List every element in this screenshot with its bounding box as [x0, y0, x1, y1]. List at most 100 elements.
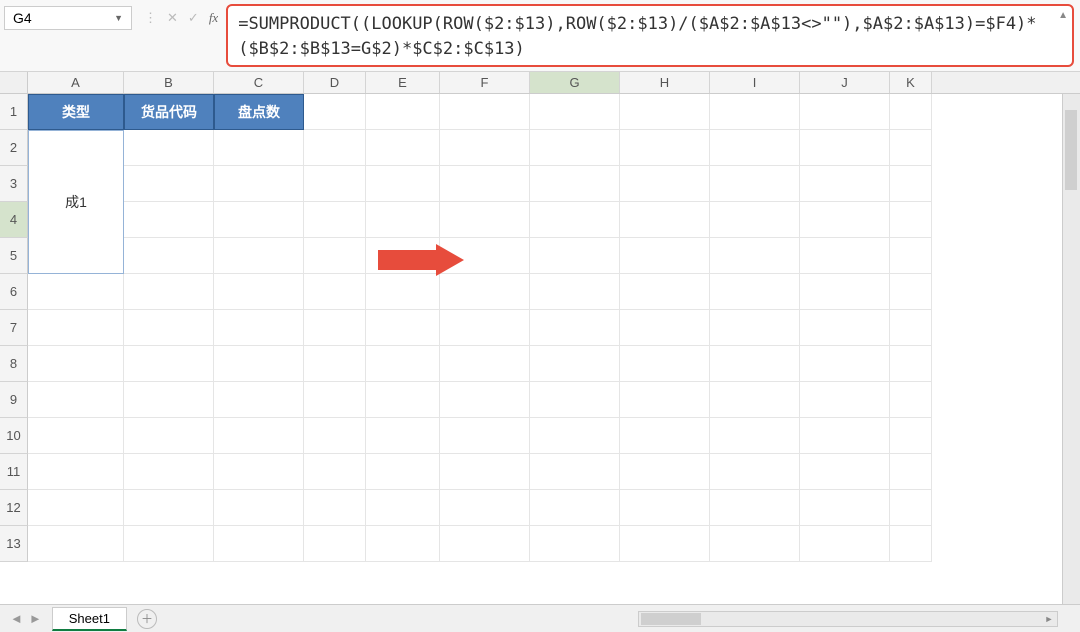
expand-formula-icon[interactable]: ▲	[1058, 10, 1068, 21]
cell-I12[interactable]	[710, 490, 800, 526]
cell-E9[interactable]	[366, 382, 440, 418]
cell-K4[interactable]	[890, 202, 932, 238]
cell-E3[interactable]	[366, 166, 440, 202]
cell-D1[interactable]	[304, 94, 366, 130]
cell-B13[interactable]	[124, 526, 214, 562]
row-header-7[interactable]: 7	[0, 310, 28, 346]
cell-G10[interactable]	[530, 418, 620, 454]
cell-H4[interactable]	[620, 202, 710, 238]
cell-A8[interactable]	[28, 346, 124, 382]
cell-H9[interactable]	[620, 382, 710, 418]
sheet-tab-1[interactable]: Sheet1	[52, 607, 127, 631]
spreadsheet-grid[interactable]: ABCDEFGHIJK 12345678910111213 类型货品代码盘点数成…	[0, 72, 1080, 604]
cell-I2[interactable]	[710, 130, 800, 166]
cell-A12[interactable]	[28, 490, 124, 526]
cell-E13[interactable]	[366, 526, 440, 562]
cell-I7[interactable]	[710, 310, 800, 346]
cell-J10[interactable]	[800, 418, 890, 454]
accept-formula-icon[interactable]: ✓	[188, 10, 199, 26]
cell-K12[interactable]	[890, 490, 932, 526]
cell-D7[interactable]	[304, 310, 366, 346]
cell-F11[interactable]	[440, 454, 530, 490]
cell-H1[interactable]	[620, 94, 710, 130]
cell-F12[interactable]	[440, 490, 530, 526]
fx-icon[interactable]: fx	[209, 10, 218, 26]
cell-I11[interactable]	[710, 454, 800, 490]
cell-C5[interactable]	[214, 238, 304, 274]
col-header-H[interactable]: H	[620, 72, 710, 93]
cell-J3[interactable]	[800, 166, 890, 202]
cell-K7[interactable]	[890, 310, 932, 346]
cell-D9[interactable]	[304, 382, 366, 418]
cell-J2[interactable]	[800, 130, 890, 166]
row-header-11[interactable]: 11	[0, 454, 28, 490]
cell-D12[interactable]	[304, 490, 366, 526]
row-header-9[interactable]: 9	[0, 382, 28, 418]
col-header-A[interactable]: A	[28, 72, 124, 93]
cell-K2[interactable]	[890, 130, 932, 166]
cell-B12[interactable]	[124, 490, 214, 526]
cell-J5[interactable]	[800, 238, 890, 274]
cell-G13[interactable]	[530, 526, 620, 562]
cell-I8[interactable]	[710, 346, 800, 382]
cell-K10[interactable]	[890, 418, 932, 454]
cell-H2[interactable]	[620, 130, 710, 166]
cell-G4[interactable]	[530, 202, 620, 238]
col-header-I[interactable]: I	[710, 72, 800, 93]
name-box-dropdown-icon[interactable]: ▼	[114, 13, 123, 23]
cell-I4[interactable]	[710, 202, 800, 238]
cell-E8[interactable]	[366, 346, 440, 382]
row-header-2[interactable]: 2	[0, 130, 28, 166]
cell-E7[interactable]	[366, 310, 440, 346]
cell-F4[interactable]	[440, 202, 530, 238]
cell-G5[interactable]	[530, 238, 620, 274]
cell-H7[interactable]	[620, 310, 710, 346]
cell-B11[interactable]	[124, 454, 214, 490]
cell-K8[interactable]	[890, 346, 932, 382]
cell-B3[interactable]	[124, 166, 214, 202]
cell-B10[interactable]	[124, 418, 214, 454]
cell-K1[interactable]	[890, 94, 932, 130]
col-header-G[interactable]: G	[530, 72, 620, 93]
cell-I3[interactable]	[710, 166, 800, 202]
col-header-C[interactable]: C	[214, 72, 304, 93]
cell-B4[interactable]	[124, 202, 214, 238]
row-header-8[interactable]: 8	[0, 346, 28, 382]
row-header-6[interactable]: 6	[0, 274, 28, 310]
cell-I10[interactable]	[710, 418, 800, 454]
cell-G12[interactable]	[530, 490, 620, 526]
cell-C6[interactable]	[214, 274, 304, 310]
cell-A1[interactable]: 类型	[28, 94, 124, 130]
row-header-12[interactable]: 12	[0, 490, 28, 526]
row-header-3[interactable]: 3	[0, 166, 28, 202]
cell-B6[interactable]	[124, 274, 214, 310]
cell-G1[interactable]	[530, 94, 620, 130]
cell-C8[interactable]	[214, 346, 304, 382]
cell-K5[interactable]	[890, 238, 932, 274]
cell-G8[interactable]	[530, 346, 620, 382]
cell-J1[interactable]	[800, 94, 890, 130]
cell-A6[interactable]	[28, 274, 124, 310]
cells-area[interactable]: 类型货品代码盘点数成1	[28, 94, 1080, 604]
cell-A13[interactable]	[28, 526, 124, 562]
cell-F2[interactable]	[440, 130, 530, 166]
cell-G7[interactable]	[530, 310, 620, 346]
cell-H3[interactable]	[620, 166, 710, 202]
cell-C10[interactable]	[214, 418, 304, 454]
cell-K6[interactable]	[890, 274, 932, 310]
cell-J11[interactable]	[800, 454, 890, 490]
cell-C2[interactable]	[214, 130, 304, 166]
cell-H6[interactable]	[620, 274, 710, 310]
horizontal-scrollbar[interactable]: ◄ ►	[638, 611, 1058, 627]
cell-B5[interactable]	[124, 238, 214, 274]
add-sheet-button[interactable]: ＋	[137, 609, 157, 629]
cell-C4[interactable]	[214, 202, 304, 238]
cell-D2[interactable]	[304, 130, 366, 166]
select-all-corner[interactable]	[0, 72, 28, 93]
cell-J13[interactable]	[800, 526, 890, 562]
cell-G6[interactable]	[530, 274, 620, 310]
cell-B1[interactable]: 货品代码	[124, 94, 214, 130]
cell-E6[interactable]	[366, 274, 440, 310]
cell-K9[interactable]	[890, 382, 932, 418]
col-header-J[interactable]: J	[800, 72, 890, 93]
